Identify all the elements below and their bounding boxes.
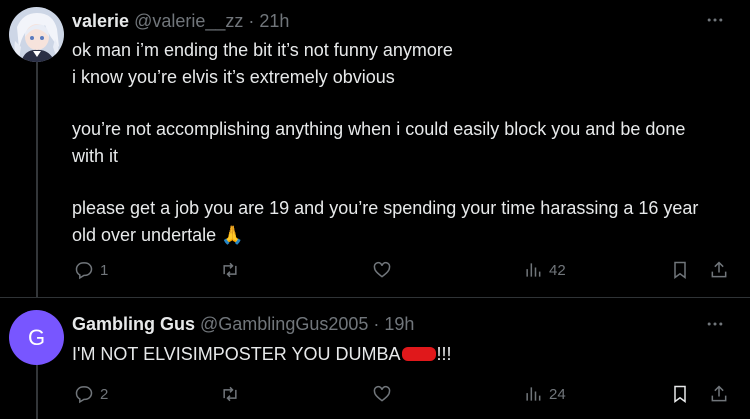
bookmark-button[interactable] (670, 258, 690, 282)
display-name[interactable]: Gambling Gus (72, 314, 195, 335)
like-button[interactable] (372, 258, 392, 282)
action-bar: 1 42 (72, 258, 732, 282)
separator: · (373, 313, 380, 334)
tweet-line: I'M NOT ELVISIMPOSTER YOU DUMBA!!! (72, 341, 722, 368)
timestamp[interactable]: 21h (259, 11, 289, 32)
more-icon (707, 322, 723, 326)
views-icon (526, 387, 541, 401)
bookmark-button[interactable] (670, 382, 690, 406)
tweet-header: valerie @valerie__zz · 21h (72, 9, 289, 33)
retweet-button[interactable] (220, 258, 240, 282)
user-handle[interactable]: @valerie__zz (134, 11, 243, 32)
tweet-line: you’re not accomplishing anything when i… (72, 119, 686, 166)
avatar[interactable]: G (9, 310, 64, 365)
retweet-icon (223, 262, 237, 278)
reply-count: 1 (100, 261, 109, 279)
user-handle[interactable]: @GamblingGus2005 (200, 314, 368, 335)
views-count: 24 (549, 385, 566, 403)
share-button[interactable] (709, 258, 729, 282)
tweet-text: ok man i’m ending the bit it’s not funny… (72, 37, 722, 248)
reply-icon (75, 386, 93, 404)
redaction-scribble (401, 347, 436, 361)
share-button[interactable] (709, 382, 729, 406)
views-button[interactable]: 42 (523, 258, 566, 282)
views-icon (526, 263, 541, 277)
separator: · (248, 10, 255, 31)
reply-button[interactable]: 2 (74, 382, 108, 406)
tweet[interactable]: G Gambling Gus @GamblingGus2005 · 19h I'… (0, 298, 750, 419)
reply-icon (75, 262, 93, 280)
tweet-header: Gambling Gus @GamblingGus2005 · 19h (72, 312, 414, 336)
like-button[interactable] (372, 382, 392, 406)
reply-button[interactable]: 1 (74, 258, 108, 282)
display-name[interactable]: valerie (72, 11, 129, 32)
more-button[interactable] (702, 10, 728, 30)
tweet-text: I'M NOT ELVISIMPOSTER YOU DUMBA!!! (72, 341, 722, 368)
share-icon (711, 385, 727, 402)
heart-icon (373, 385, 391, 402)
tweet-line: please get a job you are 19 and you’re s… (72, 198, 699, 245)
more-button[interactable] (702, 314, 728, 334)
reply-count: 2 (100, 385, 109, 403)
tweet-line: i know you’re elvis it’s extremely obvio… (72, 66, 395, 87)
avatar-letter: G (27, 324, 46, 350)
action-bar: 2 24 (72, 382, 732, 406)
views-count: 42 (549, 261, 566, 279)
bookmark-icon (674, 261, 686, 279)
timestamp[interactable]: 19h (384, 314, 414, 335)
share-icon (711, 261, 727, 278)
heart-icon (373, 261, 391, 278)
retweet-icon (223, 386, 237, 402)
tweet[interactable]: valerie @valerie__zz · 21h ok man i’m en… (0, 0, 750, 298)
thread-line (36, 62, 38, 297)
retweet-button[interactable] (220, 382, 240, 406)
views-button[interactable]: 24 (523, 382, 566, 406)
bookmark-icon (674, 385, 686, 403)
tweet-line: ok man i’m ending the bit it’s not funny… (72, 40, 453, 60)
text-before-redaction: I'M NOT ELVISIMPOSTER YOU DUMBA (72, 344, 401, 364)
thread-line (36, 364, 38, 419)
avatar[interactable] (9, 7, 64, 62)
avatar-image (9, 7, 64, 62)
text-after-redaction: !!! (436, 344, 452, 364)
more-icon (707, 18, 723, 22)
